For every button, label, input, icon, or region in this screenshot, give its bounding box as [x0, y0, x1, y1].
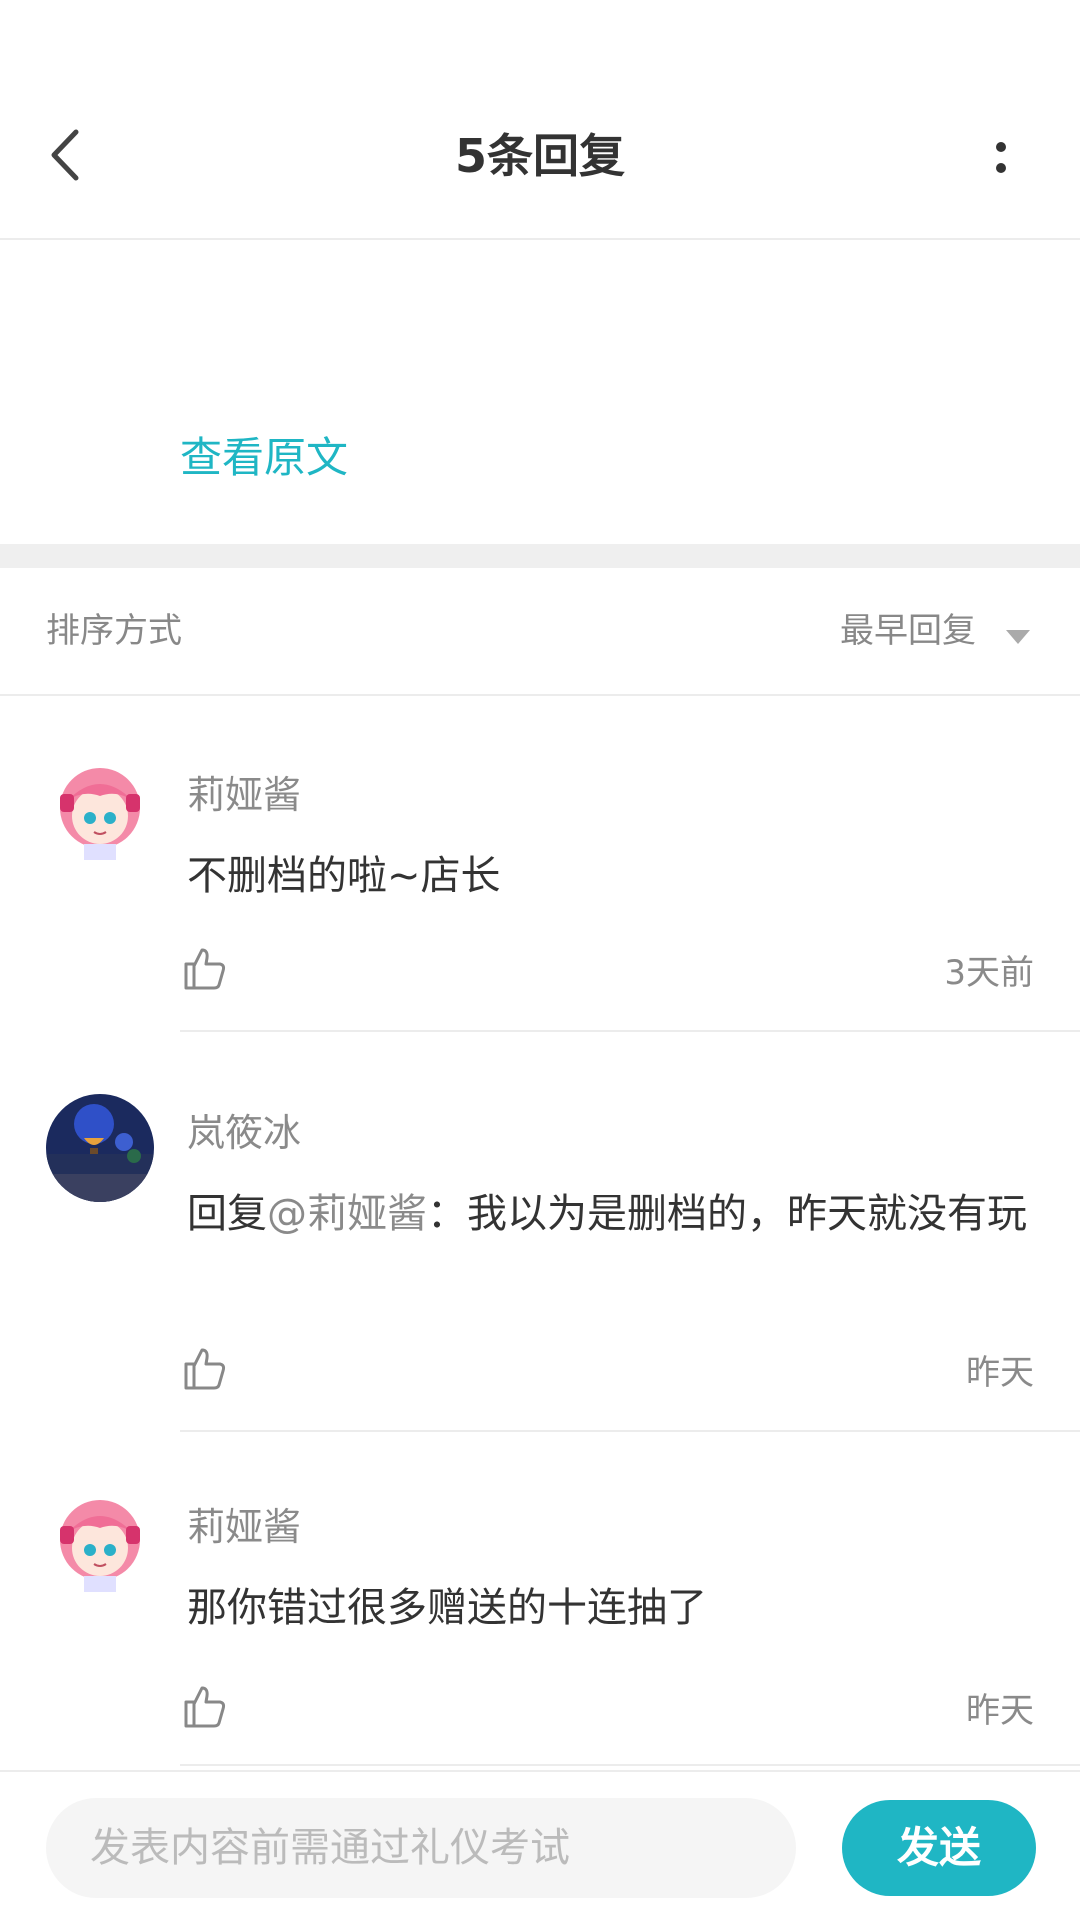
- hot-air-balloon-avatar-icon: [46, 1094, 154, 1202]
- reply-prefix: 回复: [187, 1191, 267, 1237]
- sort-label: 排序方式: [46, 611, 182, 651]
- comment-username[interactable]: 岚筱冰: [187, 1108, 301, 1158]
- divider: [180, 1764, 1080, 1766]
- comment-time: 3天前: [944, 953, 1034, 993]
- reply-body: ：我以为是删档的，昨天就没有玩: [427, 1191, 1027, 1237]
- more-vertical-icon-dot: [996, 142, 1006, 152]
- like-button[interactable]: [180, 1682, 228, 1730]
- thumbs-up-icon: [184, 1686, 226, 1728]
- page-title: 5条回复: [454, 129, 625, 183]
- more-options-button[interactable]: [980, 125, 1020, 185]
- thumbs-up-icon: [184, 1348, 226, 1390]
- comment-time: 昨天: [966, 1353, 1034, 1393]
- avatar[interactable]: [46, 756, 154, 864]
- anime-girl-avatar-icon: [46, 756, 154, 864]
- comment-text: 回复@莉娅酱：我以为是删档的，昨天就没有玩: [187, 1184, 1027, 1244]
- reply-input[interactable]: 发表内容前需通过礼仪考试: [46, 1798, 796, 1898]
- avatar[interactable]: [46, 1094, 154, 1202]
- like-button[interactable]: [180, 944, 228, 992]
- comment-username[interactable]: 莉娅酱: [187, 770, 301, 820]
- send-button[interactable]: 发送: [842, 1800, 1036, 1896]
- avatar[interactable]: [46, 1488, 154, 1596]
- mention-link[interactable]: @莉娅酱: [267, 1191, 427, 1237]
- comment-item: 岚筱冰 回复@莉娅酱：我以为是删档的，昨天就没有玩 昨天: [0, 1032, 1080, 1432]
- sort-dropdown[interactable]: 最早回复: [840, 608, 976, 654]
- comment-item: 莉娅酱 不删档的啦~店长 3天前: [0, 696, 1080, 1032]
- thumbs-up-icon: [184, 948, 226, 990]
- composer-bar: 发表内容前需通过礼仪考试 发送: [0, 1770, 1080, 1922]
- sort-bar: 排序方式 最早回复: [0, 568, 1080, 696]
- original-post-area: [0, 240, 1080, 544]
- view-original-link[interactable]: 查看原文: [180, 430, 348, 486]
- caret-down-icon[interactable]: [1006, 630, 1030, 644]
- anime-girl-avatar-icon: [46, 1488, 154, 1596]
- more-vertical-icon-dot: [996, 163, 1006, 173]
- comment-time: 昨天: [966, 1691, 1034, 1731]
- comment-item: 莉娅酱 那你错过很多赠送的十连抽了 昨天: [0, 1432, 1080, 1770]
- comment-text: 不删档的啦~店长: [187, 853, 501, 899]
- section-divider: [0, 544, 1080, 568]
- comment-text: 那你错过很多赠送的十连抽了: [187, 1585, 707, 1631]
- comment-username[interactable]: 莉娅酱: [187, 1502, 301, 1552]
- like-button[interactable]: [180, 1344, 228, 1392]
- top-bar: 5条回复: [0, 0, 1080, 240]
